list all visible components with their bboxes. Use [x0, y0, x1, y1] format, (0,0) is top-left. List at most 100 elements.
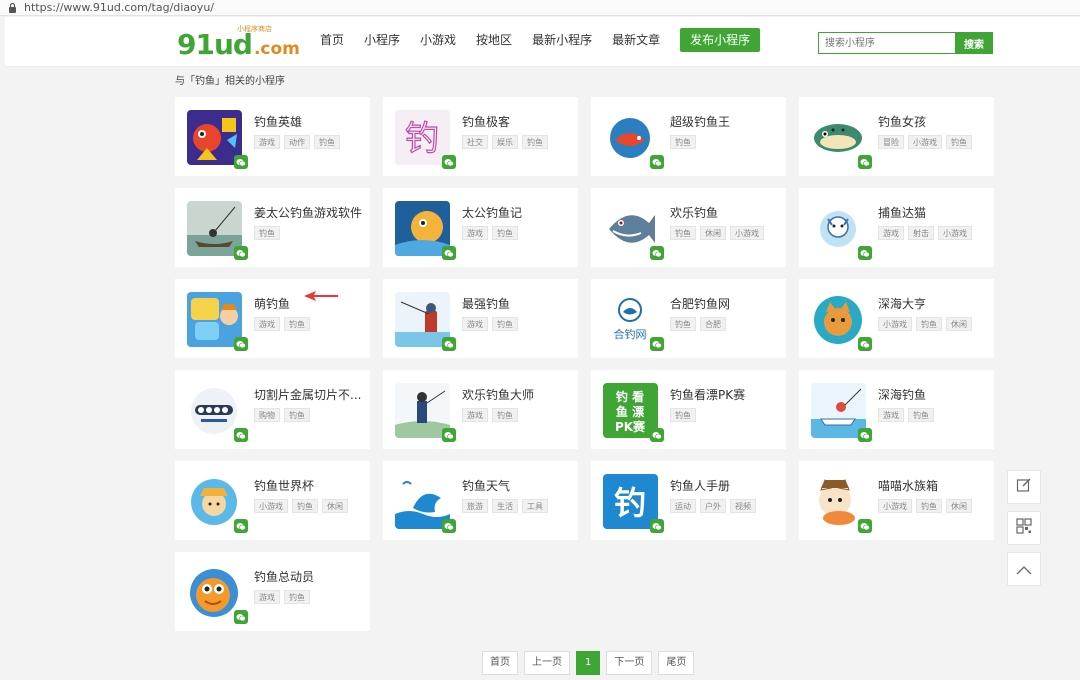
app-tag[interactable]: 钓鱼 [314, 135, 340, 149]
app-tags: 运动 户外 视频 [670, 499, 756, 513]
app-card[interactable]: 欢乐钓鱼 钓鱼 休闲 小游戏 [591, 188, 786, 267]
app-tag[interactable]: 休闲 [322, 499, 348, 513]
page-next[interactable]: 下一页 [606, 651, 653, 675]
page-last[interactable]: 尾页 [658, 651, 695, 675]
app-tag[interactable]: 钓鱼 [492, 408, 518, 422]
nav-newest-programs[interactable]: 最新小程序 [522, 28, 602, 52]
app-tag[interactable]: 休闲 [946, 317, 972, 331]
app-card[interactable]: 姜太公钓鱼游戏软件 钓鱼 [175, 188, 370, 267]
app-tag[interactable]: 钓鱼 [908, 408, 934, 422]
browser-address-bar[interactable]: https://www.91ud.com/tag/diaoyu/ [0, 0, 1080, 16]
app-card[interactable]: 切割片金属切片不... 购物 钓鱼 [175, 370, 370, 449]
app-tag[interactable]: 钓鱼 [670, 317, 696, 331]
app-tags: 社交 娱乐 钓鱼 [462, 135, 548, 149]
nav-home[interactable]: 首页 [310, 28, 354, 52]
app-card[interactable]: 钓 钓鱼极客 社交 娱乐 钓鱼 [383, 97, 578, 176]
app-tag[interactable]: 钓鱼 [522, 135, 548, 149]
qrcode-button[interactable] [1007, 511, 1041, 545]
search-button[interactable]: 搜索 [955, 32, 993, 54]
app-name: 最强钓鱼 [462, 297, 511, 311]
app-tag[interactable]: 钓鱼 [284, 590, 310, 604]
back-to-top-button[interactable] [1007, 552, 1041, 586]
app-tag[interactable]: 钓鱼 [492, 226, 518, 240]
app-tag[interactable]: 游戏 [462, 226, 488, 240]
app-tag[interactable]: 小游戏 [730, 226, 764, 240]
app-tag[interactable]: 旅游 [462, 499, 488, 513]
app-tag[interactable]: 游戏 [878, 226, 904, 240]
app-tag[interactable]: 购物 [254, 408, 280, 422]
app-tag[interactable]: 钓鱼 [292, 499, 318, 513]
logo-slogan: 小程序商店 [237, 25, 272, 33]
app-tag[interactable]: 冒险 [878, 135, 904, 149]
app-tag[interactable]: 钓鱼 [916, 317, 942, 331]
app-tag[interactable]: 社交 [462, 135, 488, 149]
app-tag[interactable]: 游戏 [254, 317, 280, 331]
url-text: https://www.91ud.com/tag/diaoyu/ [24, 1, 214, 14]
app-tag[interactable]: 游戏 [462, 408, 488, 422]
app-tag[interactable]: 射击 [908, 226, 934, 240]
app-card[interactable]: 最强钓鱼 游戏 钓鱼 [383, 279, 578, 358]
page-prev[interactable]: 上一页 [524, 651, 570, 675]
app-card[interactable]: 超级钓鱼王 钓鱼 [591, 97, 786, 176]
app-card[interactable]: 深海钓鱼 游戏 钓鱼 [799, 370, 994, 449]
app-card[interactable]: 钓鱼总动员 游戏 钓鱼 [175, 552, 370, 631]
app-tag[interactable]: 合肥 [700, 317, 726, 331]
app-tag[interactable]: 动作 [284, 135, 310, 149]
app-tag[interactable]: 小游戏 [878, 499, 912, 513]
app-card[interactable]: 钓鱼英雄 游戏 动作 钓鱼 [175, 97, 370, 176]
app-card[interactable]: 钓鱼女孩 冒险 小游戏 钓鱼 [799, 97, 994, 176]
app-card[interactable]: 钓 钓鱼人手册 运动 户外 视频 [591, 461, 786, 540]
app-tag[interactable]: 钓鱼 [670, 135, 696, 149]
wechat-badge-icon [858, 246, 872, 260]
app-tag[interactable]: 娱乐 [492, 135, 518, 149]
page-first[interactable]: 首页 [482, 651, 518, 675]
nav-newest-articles[interactable]: 最新文章 [602, 28, 670, 52]
app-tag[interactable]: 游戏 [254, 590, 280, 604]
annotation-arrow-icon [302, 288, 340, 307]
app-tag[interactable]: 钓鱼 [492, 317, 518, 331]
logo-main: 91ud [177, 28, 253, 61]
app-tag[interactable]: 钓鱼 [670, 408, 696, 422]
wechat-badge-icon [858, 155, 872, 169]
app-card[interactable]: 萌钓鱼 游戏 钓鱼 [175, 279, 370, 358]
app-tag[interactable]: 视频 [730, 499, 756, 513]
app-card[interactable]: 捕鱼达猫 游戏 射击 小游戏 [799, 188, 994, 267]
app-tag[interactable]: 休闲 [946, 499, 972, 513]
app-tag[interactable]: 游戏 [254, 135, 280, 149]
app-tag[interactable]: 生活 [492, 499, 518, 513]
app-card[interactable]: 合钓网 合肥钓鱼网 钓鱼 合肥 [591, 279, 786, 358]
app-tag[interactable]: 钓鱼 [284, 317, 310, 331]
app-card[interactable]: 深海大亨 小游戏 钓鱼 休闲 [799, 279, 994, 358]
app-tag[interactable]: 小游戏 [908, 135, 942, 149]
app-tag[interactable]: 钓鱼 [284, 408, 310, 422]
app-card[interactable]: 喵喵水族箱 小游戏 钓鱼 休闲 [799, 461, 994, 540]
app-card[interactable]: 太公钓鱼记 游戏 钓鱼 [383, 188, 578, 267]
app-tag[interactable]: 运动 [670, 499, 696, 513]
nav-mini-programs[interactable]: 小程序 [354, 28, 410, 52]
nav-mini-games[interactable]: 小游戏 [410, 28, 466, 52]
app-tag[interactable]: 游戏 [462, 317, 488, 331]
app-card[interactable]: 钓鱼天气 旅游 生活 工具 [383, 461, 578, 540]
breadcrumb: 与「钓鱼」相关的小程序 [175, 76, 285, 87]
nav-by-region[interactable]: 按地区 [466, 28, 522, 52]
app-tag[interactable]: 钓鱼 [916, 499, 942, 513]
app-tag[interactable]: 户外 [700, 499, 726, 513]
app-tag[interactable]: 小游戏 [938, 226, 972, 240]
search-input[interactable] [818, 32, 955, 54]
app-tag[interactable]: 钓鱼 [670, 226, 696, 240]
site-logo[interactable]: 91ud .com 小程序商店 [177, 25, 300, 61]
app-tag[interactable]: 小游戏 [878, 317, 912, 331]
publish-button[interactable]: 发布小程序 [680, 28, 761, 52]
feedback-button[interactable] [1007, 470, 1041, 504]
app-tag[interactable]: 小游戏 [254, 499, 288, 513]
app-card[interactable]: 欢乐钓鱼大师 游戏 钓鱼 [383, 370, 578, 449]
app-tag[interactable]: 休闲 [700, 226, 726, 240]
app-tag[interactable]: 钓鱼 [254, 226, 280, 240]
app-tag[interactable]: 游戏 [878, 408, 904, 422]
app-card[interactable]: 钓鱼世界杯 小游戏 钓鱼 休闲 [175, 461, 370, 540]
app-tags: 旅游 生活 工具 [462, 499, 548, 513]
page-current[interactable]: 1 [576, 651, 601, 675]
app-card[interactable]: 钓 看鱼 漂 PK赛 钓鱼看漂PK赛 钓鱼 [591, 370, 786, 449]
app-tag[interactable]: 工具 [522, 499, 548, 513]
app-tag[interactable]: 钓鱼 [946, 135, 972, 149]
